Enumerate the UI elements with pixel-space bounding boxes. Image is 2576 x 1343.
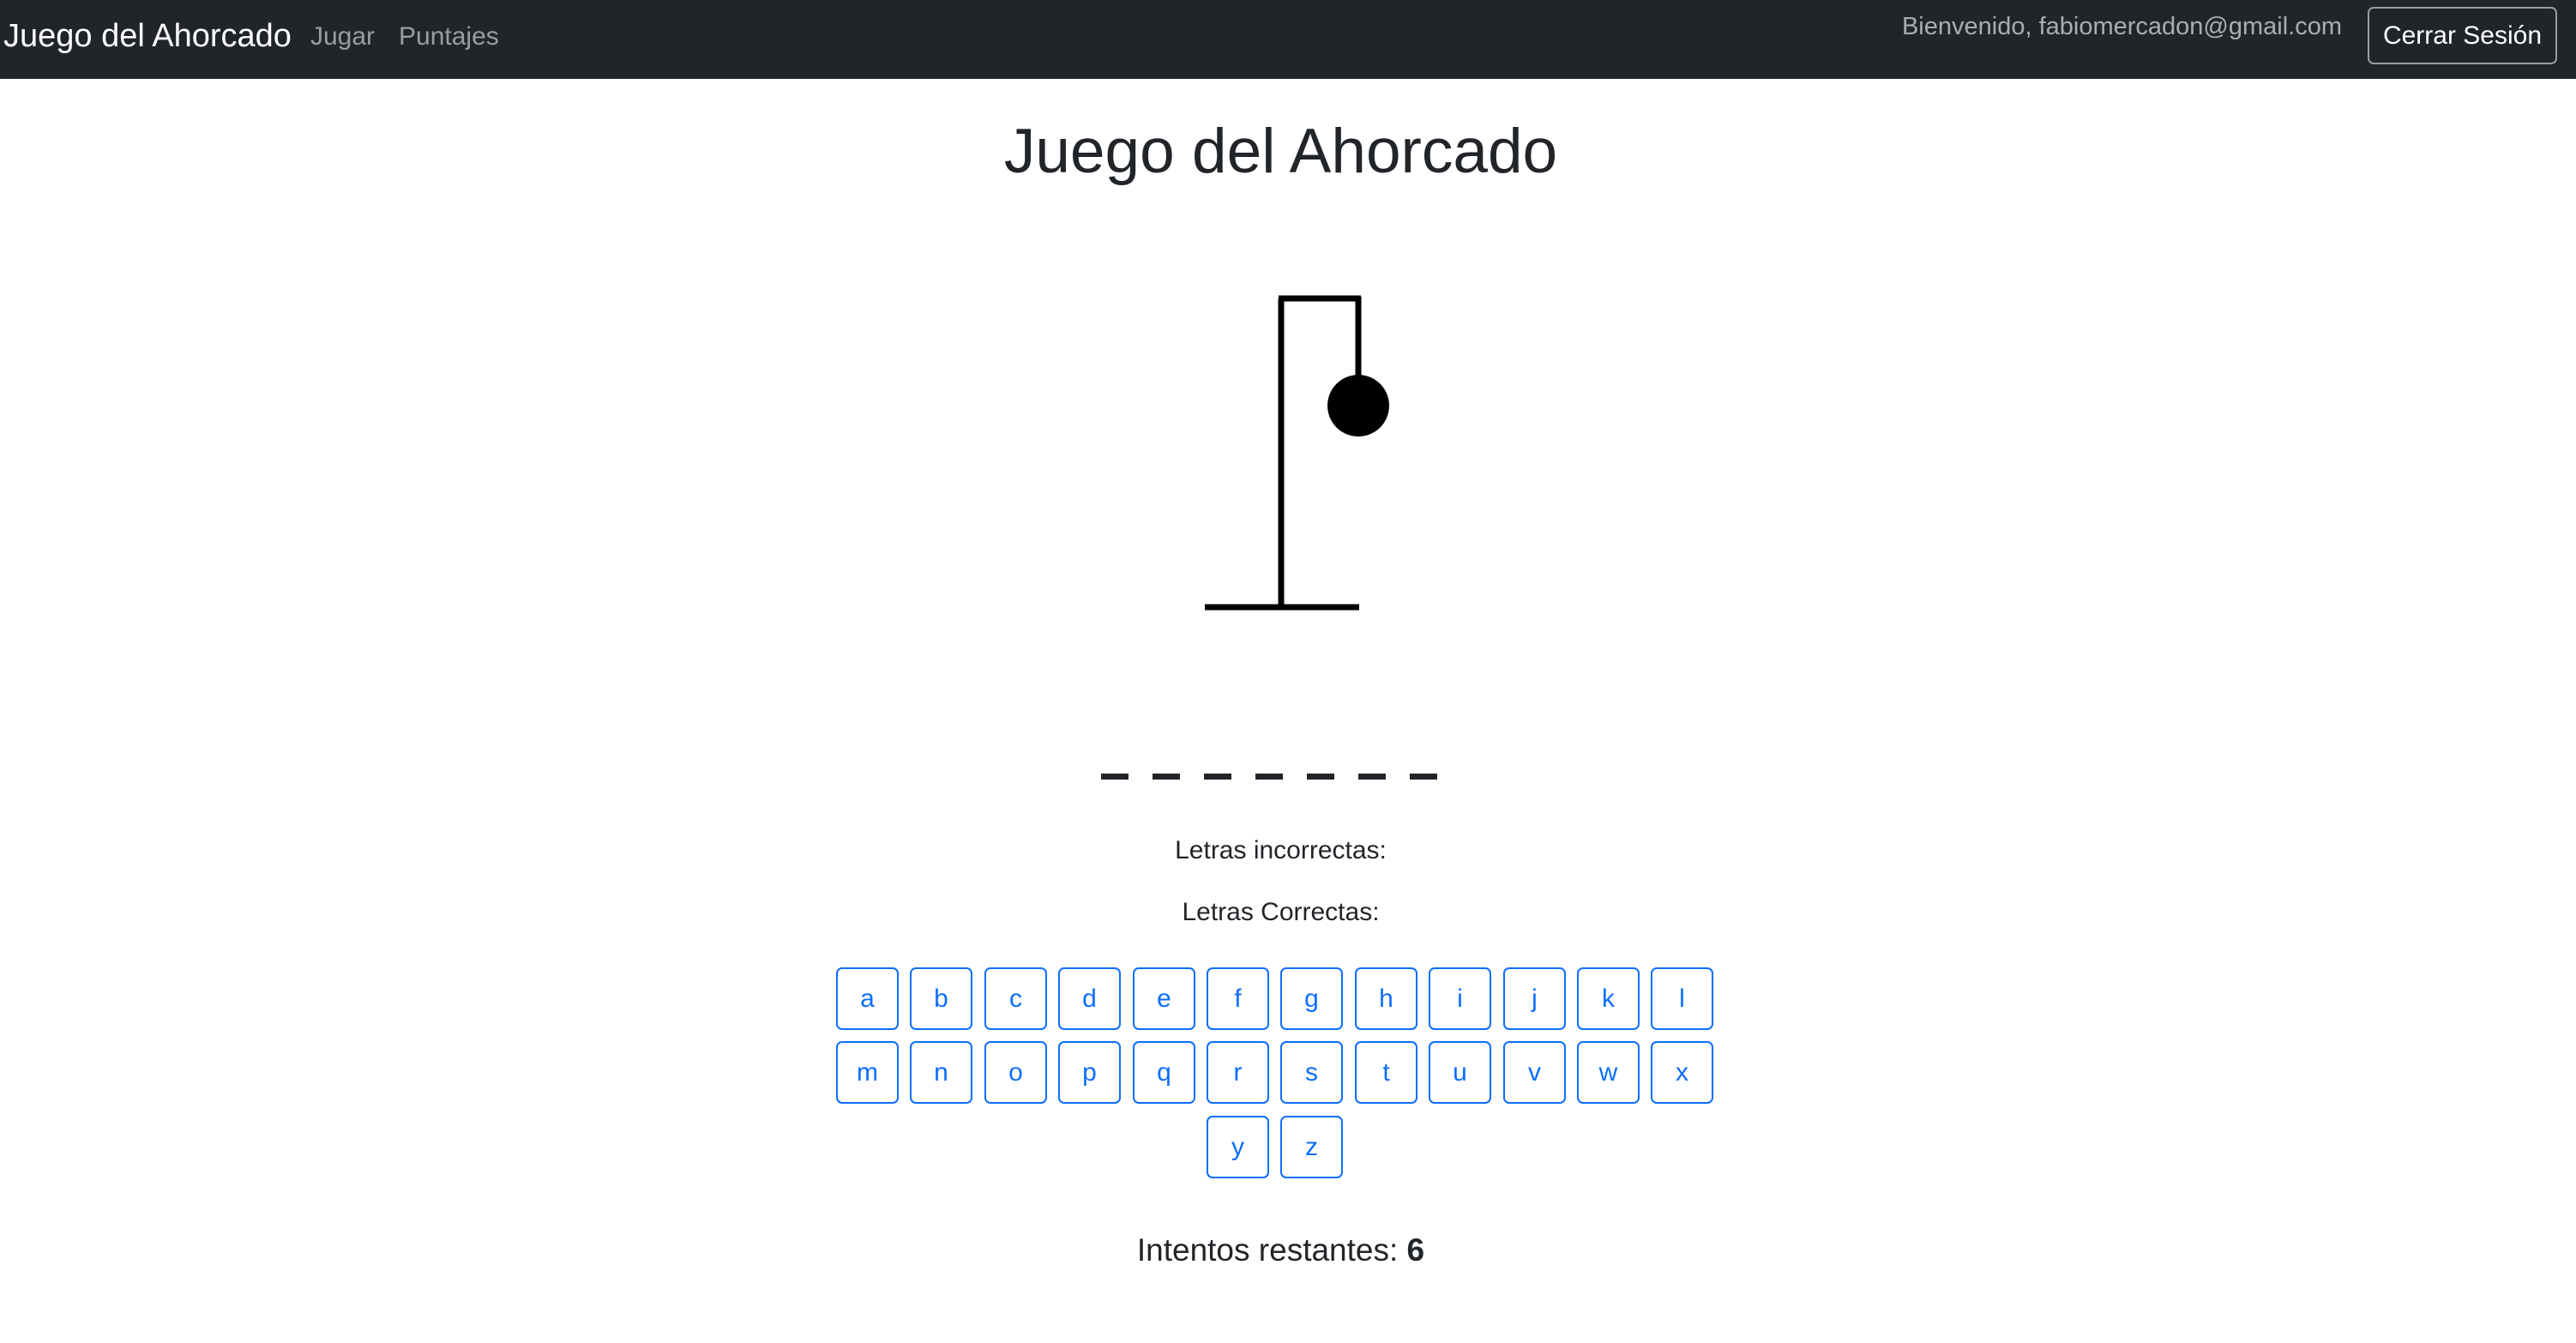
letter-button-o[interactable]: o: [984, 1041, 1047, 1104]
letter-blank: [1101, 774, 1129, 780]
letter-button-d[interactable]: d: [1058, 967, 1121, 1030]
letter-button-e[interactable]: e: [1133, 967, 1195, 1030]
letter-button-f[interactable]: f: [1207, 967, 1269, 1030]
letter-button-r[interactable]: r: [1207, 1041, 1269, 1104]
letter-button-y[interactable]: y: [1207, 1116, 1269, 1178]
brand-link[interactable]: Juego del Ahorcado: [3, 16, 292, 56]
letter-button-m[interactable]: m: [836, 1041, 899, 1104]
letter-blank: [1204, 774, 1231, 780]
letter-button-z[interactable]: z: [1280, 1116, 1343, 1178]
letter-button-s[interactable]: s: [1280, 1041, 1343, 1104]
letter-button-c[interactable]: c: [984, 967, 1047, 1030]
letter-button-g[interactable]: g: [1280, 967, 1343, 1030]
letter-blank: [1307, 774, 1334, 780]
letter-button-l[interactable]: l: [1651, 967, 1713, 1030]
letter-button-x[interactable]: x: [1651, 1041, 1713, 1104]
letter-button-h[interactable]: h: [1355, 967, 1417, 1030]
remaining-attempts: Intentos restantes: 6: [0, 1231, 2561, 1270]
letter-button-v[interactable]: v: [1503, 1041, 1566, 1104]
letter-button-a[interactable]: a: [836, 967, 899, 1030]
letter-button-i[interactable]: i: [1429, 967, 1491, 1030]
letter-blank: [1410, 774, 1437, 780]
nav-link-puntajes[interactable]: Puntajes: [399, 20, 499, 54]
letter-button-j[interactable]: j: [1503, 967, 1566, 1030]
remaining-value: 6: [1406, 1232, 1425, 1268]
hangman-drawing: [1205, 295, 1389, 611]
nav-link-jugar[interactable]: Jugar: [310, 20, 375, 54]
letter-button-k[interactable]: k: [1577, 967, 1640, 1030]
letter-blank: [1358, 774, 1386, 780]
remaining-label: Intentos restantes:: [1136, 1232, 1399, 1268]
letter-button-p[interactable]: p: [1058, 1041, 1121, 1104]
letter-button-q[interactable]: q: [1133, 1041, 1195, 1104]
word-blanks: [1101, 774, 1437, 784]
letter-button-w[interactable]: w: [1577, 1041, 1640, 1104]
hangman-head: [1327, 375, 1389, 437]
letter-button-t[interactable]: t: [1355, 1041, 1417, 1104]
letter-button-b[interactable]: b: [910, 967, 972, 1030]
welcome-message: Bienvenido, fabiomercadon@gmail.com: [1901, 13, 2342, 40]
incorrect-letters-label: Letras incorrectas:: [1175, 836, 1387, 864]
logout-button[interactable]: Cerrar Sesión: [2368, 7, 2557, 64]
correct-letters-label: Letras Correctas:: [1182, 898, 1380, 926]
letter-blank: [1153, 774, 1180, 780]
letter-button-u[interactable]: u: [1429, 1041, 1491, 1104]
letter-blank: [1255, 774, 1283, 780]
incorrect-letters-line: Letras incorrectas:: [0, 834, 2561, 868]
top-navbar: Juego del Ahorcado Jugar Puntajes Bienve…: [0, 0, 2576, 79]
correct-letters-line: Letras Correctas:: [0, 895, 2561, 930]
letter-button-n[interactable]: n: [910, 1041, 972, 1104]
page-title: Juego del Ahorcado: [1003, 117, 1558, 186]
